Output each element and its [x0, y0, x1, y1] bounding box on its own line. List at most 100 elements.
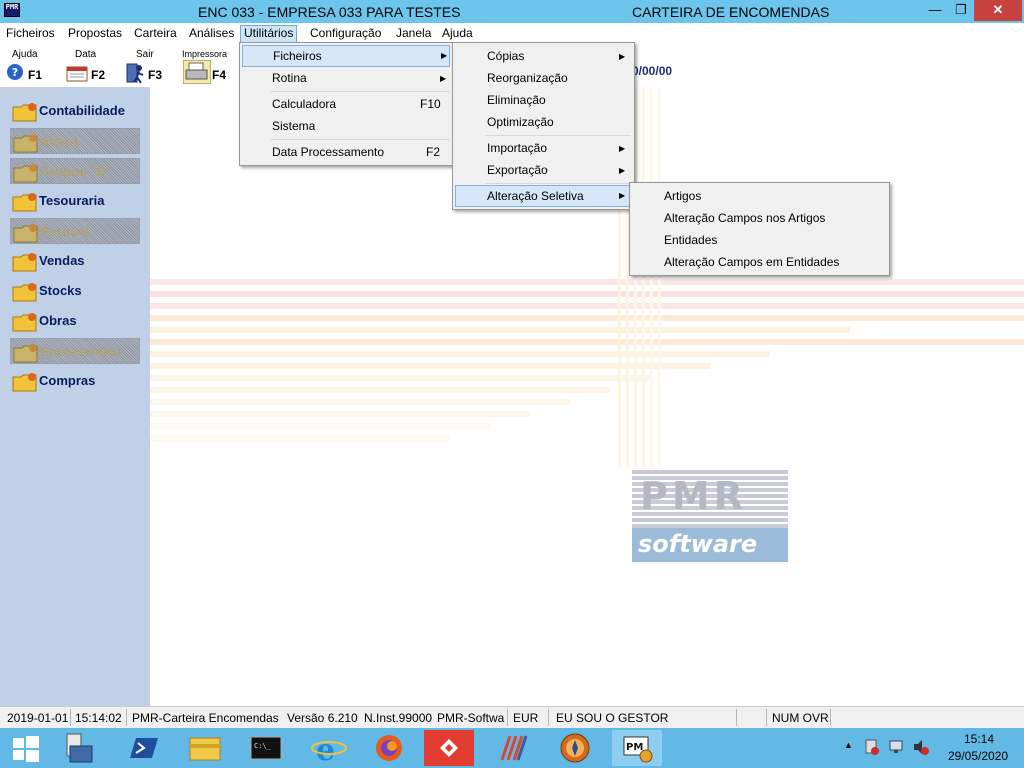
menu-item-sistema[interactable]: Sistema	[242, 115, 450, 137]
folder-icon	[12, 102, 37, 122]
module-title: CARTEIRA DE ENCOMENDAS	[632, 4, 830, 20]
menu-item-ficheiros[interactable]: Ficheiros ▶	[242, 45, 450, 67]
module-label: Compras	[39, 373, 96, 388]
menu-utilitarios[interactable]: Utilitários	[240, 25, 298, 43]
submenu-arrow-icon: ▶	[440, 74, 447, 83]
tray-expand-icon[interactable]: ▲	[844, 740, 853, 750]
module-label: Tesouraria	[39, 193, 105, 208]
submenu-arrow-icon: ▶	[619, 191, 626, 200]
menu-item-rotina[interactable]: Rotina ▶	[242, 67, 450, 89]
menu-analises[interactable]: Análises	[186, 25, 237, 43]
status-installation: N.Inst.99000	[364, 711, 433, 725]
start-icon[interactable]	[0, 730, 50, 766]
menu-item-reorganizacao[interactable]: Reorganização	[455, 67, 632, 89]
menu-item-alteracao-campos-entidades[interactable]: Alteração Campos em Entidades	[632, 251, 887, 273]
status-date: 2019-01-01	[7, 711, 69, 725]
file-manager-icon[interactable]	[58, 730, 108, 766]
menu-item-label: Artigos	[664, 189, 702, 203]
pmr-app-icon[interactable]: PM	[612, 730, 662, 766]
clock-date[interactable]: 29/05/2020	[948, 749, 1008, 763]
svg-text:C:\_: C:\_	[254, 742, 272, 750]
minimize-button[interactable]: —	[922, 0, 948, 21]
menu-item-label: Rotina	[272, 71, 307, 85]
module-compras[interactable]: Compras	[10, 368, 140, 394]
module-label: Stocks	[39, 283, 82, 298]
printer-tool[interactable]: Impressora F4	[182, 49, 242, 85]
menu-item-alteracao-campos-artigos[interactable]: Alteração Campos nos Artigos	[632, 207, 887, 229]
menu-carteira[interactable]: Carteira	[131, 25, 180, 43]
folder-icon	[13, 343, 38, 363]
module-stocks[interactable]: Stocks	[10, 278, 140, 304]
menu-configuracao[interactable]: Configuração	[307, 25, 384, 43]
window-title: ENC 033 - EMPRESA 033 PARA TESTES	[198, 4, 461, 20]
folder-icon	[12, 372, 37, 392]
module-pessoal: Pessoal	[10, 218, 140, 244]
menu-item-copias[interactable]: Cópias ▶	[455, 45, 632, 67]
help-tool[interactable]: Ajuda ? F1	[4, 49, 64, 85]
svg-text:e: e	[316, 733, 335, 766]
menu-item-exportacao[interactable]: Exportação ▶	[455, 159, 632, 181]
menu-separator	[485, 135, 631, 136]
tray-security-icon[interactable]	[864, 738, 880, 759]
taskbar: C:\_ e PM ▲ 15:14 29/05/2020	[0, 728, 1024, 768]
close-button[interactable]: ✕	[974, 0, 1022, 21]
menu-item-label: Alteração Campos nos Artigos	[664, 211, 826, 225]
folder-explorer-icon[interactable]	[180, 730, 230, 766]
shortcut-label: F10	[420, 97, 441, 111]
status-currency: EUR	[513, 711, 539, 725]
clock-time[interactable]: 15:14	[964, 732, 994, 746]
exit-tool[interactable]: Sair F3	[124, 49, 184, 85]
module-ativos: Ativos	[10, 128, 140, 154]
powershell-icon[interactable]	[118, 730, 168, 766]
menu-bar: Ficheiros Propostas Carteira Análises Ut…	[0, 23, 1024, 43]
status-user: EU SOU O GESTOR	[556, 711, 669, 725]
module-label: Encomendas	[40, 344, 121, 359]
date-tool[interactable]: Data F2	[64, 49, 124, 85]
exit-icon	[125, 62, 145, 84]
menu-item-label: Importação	[487, 141, 548, 155]
module-label: Grupos "B"	[40, 164, 112, 179]
menu-item-eliminacao[interactable]: Eliminação	[455, 89, 632, 111]
menu-ficheiros[interactable]: Ficheiros	[3, 25, 58, 43]
menu-item-importacao[interactable]: Importação ▶	[455, 137, 632, 159]
printer-tool-label: Impressora	[182, 49, 228, 59]
status-keys: NUM OVR	[772, 711, 829, 725]
date-key: F2	[91, 68, 106, 82]
firefox-icon[interactable]	[364, 730, 414, 766]
restore-button[interactable]: ❐	[948, 0, 974, 21]
help-tool-label: Ajuda	[12, 49, 38, 60]
menu-item-artigos[interactable]: Artigos	[632, 185, 887, 207]
help-icon: ?	[6, 63, 26, 83]
exit-tool-label: Sair	[136, 49, 154, 60]
status-company: PMR-Softwar	[437, 711, 505, 725]
stripes-app-icon[interactable]	[488, 730, 538, 766]
submenu-arrow-icon: ▶	[441, 51, 448, 60]
volume-icon[interactable]	[912, 738, 930, 759]
module-obras[interactable]: Obras	[10, 308, 140, 334]
folder-icon	[12, 252, 37, 272]
compass-app-icon[interactable]	[550, 730, 600, 766]
folder-icon	[12, 282, 37, 302]
menu-item-label: Alteração Campos em Entidades	[664, 255, 840, 269]
anydesk-icon[interactable]	[424, 730, 474, 766]
title-bar: PMR ENC 033 - EMPRESA 033 PARA TESTES CA…	[0, 0, 1024, 23]
menu-item-entidades[interactable]: Entidades	[632, 229, 887, 251]
module-encomendas: Encomendas	[10, 338, 140, 364]
app-icon[interactable]: PMR	[4, 3, 20, 17]
menu-item-data-processamento[interactable]: Data Processamento F2	[242, 141, 450, 163]
menu-item-optimizacao[interactable]: Optimização	[455, 111, 632, 133]
alteracao-seletiva-submenu: Artigos Alteração Campos nos Artigos Ent…	[629, 182, 890, 276]
command-prompt-icon[interactable]: C:\_	[240, 730, 290, 766]
menu-janela[interactable]: Janela	[393, 25, 434, 43]
module-contabilidade[interactable]: Contabilidade	[10, 98, 140, 124]
module-vendas[interactable]: Vendas	[10, 248, 140, 274]
network-icon[interactable]	[888, 738, 906, 759]
internet-explorer-icon[interactable]: e	[304, 730, 354, 768]
menu-separator	[270, 139, 450, 140]
menu-item-calculadora[interactable]: Calculadora F10	[242, 93, 450, 115]
menu-item-alteracao-seletiva[interactable]: Alteração Seletiva ▶	[455, 185, 632, 207]
menu-ajuda[interactable]: Ajuda	[439, 25, 476, 43]
module-label: Obras	[39, 313, 77, 328]
module-tesouraria[interactable]: Tesouraria	[10, 188, 140, 214]
menu-propostas[interactable]: Propostas	[65, 25, 125, 43]
